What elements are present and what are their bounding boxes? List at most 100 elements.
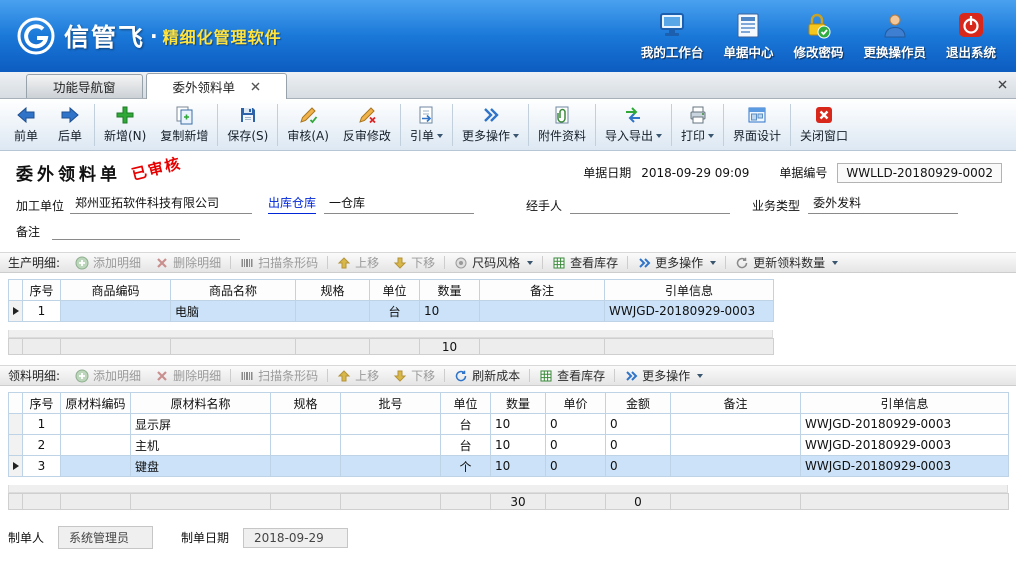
grid-cell[interactable]: 1 <box>23 301 61 322</box>
update-qty-button[interactable]: 更新领料数量 <box>728 254 845 271</box>
grid-cell[interactable]: 0 <box>606 456 671 477</box>
copy-new-button[interactable]: 复制新增 <box>153 102 215 148</box>
grid-cell[interactable]: 10 <box>491 414 546 435</box>
print-button[interactable]: 打印 <box>674 102 721 148</box>
grid-cell[interactable]: 主机 <box>131 435 271 456</box>
move-up-button[interactable]: 上移 <box>330 254 386 271</box>
grid-cell[interactable]: 0 <box>546 435 606 456</box>
table-row[interactable]: 1 电脑 台 10 WWJGD-20180929-0003 <box>9 301 774 322</box>
grid-cell[interactable] <box>271 414 341 435</box>
grid-cell[interactable] <box>341 414 441 435</box>
grid-cell[interactable] <box>271 435 341 456</box>
view-stock-button[interactable]: 查看库存 <box>532 367 612 384</box>
table-row[interactable]: 3 键盘 个 10 0 0 WWJGD-20180929-0003 <box>9 456 1009 477</box>
scan-barcode-button[interactable]: 扫描条形码 <box>233 254 325 271</box>
handler-field[interactable] <box>570 197 730 214</box>
scan-barcode-button[interactable]: 扫描条形码 <box>233 367 325 384</box>
grid-cell[interactable] <box>671 435 801 456</box>
grid-cell[interactable]: 键盘 <box>131 456 271 477</box>
more-operations-button[interactable]: 更多操作 <box>455 102 526 148</box>
grid-cell[interactable] <box>671 456 801 477</box>
grid-cell[interactable]: 0 <box>546 456 606 477</box>
section-more-operations-button[interactable]: 更多操作 <box>617 367 710 384</box>
add-detail-button[interactable]: 添加明细 <box>68 254 148 271</box>
grid-cell[interactable] <box>61 414 131 435</box>
prev-order-button[interactable]: 前单 <box>4 102 48 148</box>
grid-cell[interactable]: 10 <box>491 435 546 456</box>
warehouse-field[interactable]: 一仓库 <box>324 194 474 214</box>
grid-cell[interactable]: WWJGD-20180929-0003 <box>801 435 1009 456</box>
row-selector[interactable] <box>9 301 23 322</box>
grid-cell[interactable] <box>61 301 171 322</box>
grid-cell[interactable] <box>341 456 441 477</box>
grid-cell[interactable]: 0 <box>606 435 671 456</box>
audit-button[interactable]: 审核(A) <box>280 102 336 148</box>
grid-cell[interactable] <box>271 456 341 477</box>
grid-cell[interactable]: WWJGD-20180929-0003 <box>801 414 1009 435</box>
biz-type-field[interactable]: 委外发料 <box>808 194 958 214</box>
grid-cell[interactable]: 3 <box>23 456 61 477</box>
reference-order-button[interactable]: 引单 <box>403 102 450 148</box>
move-down-button[interactable]: 下移 <box>386 367 442 384</box>
row-selector[interactable] <box>9 414 23 435</box>
size-style-button[interactable]: 尺码风格 <box>447 254 540 271</box>
save-button[interactable]: 保存(S) <box>220 102 275 148</box>
row-selector[interactable] <box>9 435 23 456</box>
table-row[interactable]: 1 显示屏 台 10 0 0 WWJGD-20180929-0003 <box>9 414 1009 435</box>
grid-cell[interactable] <box>480 301 605 322</box>
warehouse-link[interactable]: 出库仓库 <box>268 194 316 214</box>
tab-function-nav[interactable]: 功能导航窗 <box>26 74 143 98</box>
grid-cell[interactable]: WWJGD-20180929-0003 <box>605 301 774 322</box>
tab-close-icon[interactable] <box>251 82 260 91</box>
delete-detail-button[interactable]: 删除明细 <box>148 367 228 384</box>
table-row[interactable]: 2 主机 台 10 0 0 WWJGD-20180929-0003 <box>9 435 1009 456</box>
attachments-button[interactable]: 附件资料 <box>531 102 593 148</box>
tab-outsource-requisition[interactable]: 委外领料单 <box>146 73 288 99</box>
grid-cell[interactable]: 台 <box>441 435 491 456</box>
grid-cell[interactable] <box>296 301 370 322</box>
nav-change-password[interactable]: 修改密码 <box>783 8 853 65</box>
grid-cell[interactable] <box>61 456 131 477</box>
grid-cell[interactable]: 台 <box>441 414 491 435</box>
nav-my-workbench[interactable]: 我的工作台 <box>631 8 714 65</box>
horizontal-scrollbar[interactable] <box>8 485 1008 493</box>
nav-document-center[interactable]: 单据中心 <box>713 8 783 65</box>
doc-number-field[interactable]: WWLLD-20180929-0002 <box>837 163 1002 183</box>
import-export-button[interactable]: 导入导出 <box>598 102 669 148</box>
grid-cell[interactable]: 0 <box>606 414 671 435</box>
remark-field[interactable] <box>52 223 240 240</box>
grid-cell[interactable] <box>61 435 131 456</box>
close-window-button[interactable]: 关闭窗口 <box>793 102 855 148</box>
unaudit-button[interactable]: 反审修改 <box>336 102 398 148</box>
grid-cell[interactable]: 0 <box>546 414 606 435</box>
ui-design-button[interactable]: 界面设计 <box>726 102 788 148</box>
tabstrip-close-icon[interactable] <box>998 78 1007 92</box>
grid-cell[interactable]: 台 <box>370 301 420 322</box>
grid-cell[interactable]: 10 <box>420 301 480 322</box>
move-up-button[interactable]: 上移 <box>330 367 386 384</box>
grid-cell[interactable] <box>341 435 441 456</box>
move-down-button[interactable]: 下移 <box>386 254 442 271</box>
horizontal-scrollbar[interactable] <box>8 330 773 338</box>
row-selector[interactable] <box>9 456 23 477</box>
form-fields-row: 加工单位 郑州亚拓软件科技有限公司 出库仓库 一仓库 经手人 业务类型 委外发料 <box>0 187 1016 216</box>
grid-cell[interactable]: 电脑 <box>171 301 296 322</box>
section-more-operations-button[interactable]: 更多操作 <box>630 254 723 271</box>
grid-cell[interactable]: 10 <box>491 456 546 477</box>
new-button[interactable]: 新增(N) <box>97 102 153 148</box>
view-stock-button[interactable]: 查看库存 <box>545 254 625 271</box>
grid-cell[interactable]: WWJGD-20180929-0003 <box>801 456 1009 477</box>
grid-cell[interactable]: 个 <box>441 456 491 477</box>
grid-cell[interactable]: 2 <box>23 435 61 456</box>
grid-cell[interactable]: 显示屏 <box>131 414 271 435</box>
processor-field[interactable]: 郑州亚拓软件科技有限公司 <box>70 194 252 214</box>
next-order-button[interactable]: 后单 <box>48 102 92 148</box>
refresh-cost-button[interactable]: 刷新成本 <box>447 367 527 384</box>
grid-cell[interactable]: 1 <box>23 414 61 435</box>
nav-exit-system[interactable]: 退出系统 <box>936 8 1006 65</box>
add-detail-button[interactable]: 添加明细 <box>68 367 148 384</box>
doc-date-value[interactable]: 2018-09-29 09:09 <box>641 166 749 180</box>
grid-cell[interactable] <box>671 414 801 435</box>
nav-switch-operator[interactable]: 更换操作员 <box>853 8 936 65</box>
delete-detail-button[interactable]: 删除明细 <box>148 254 228 271</box>
